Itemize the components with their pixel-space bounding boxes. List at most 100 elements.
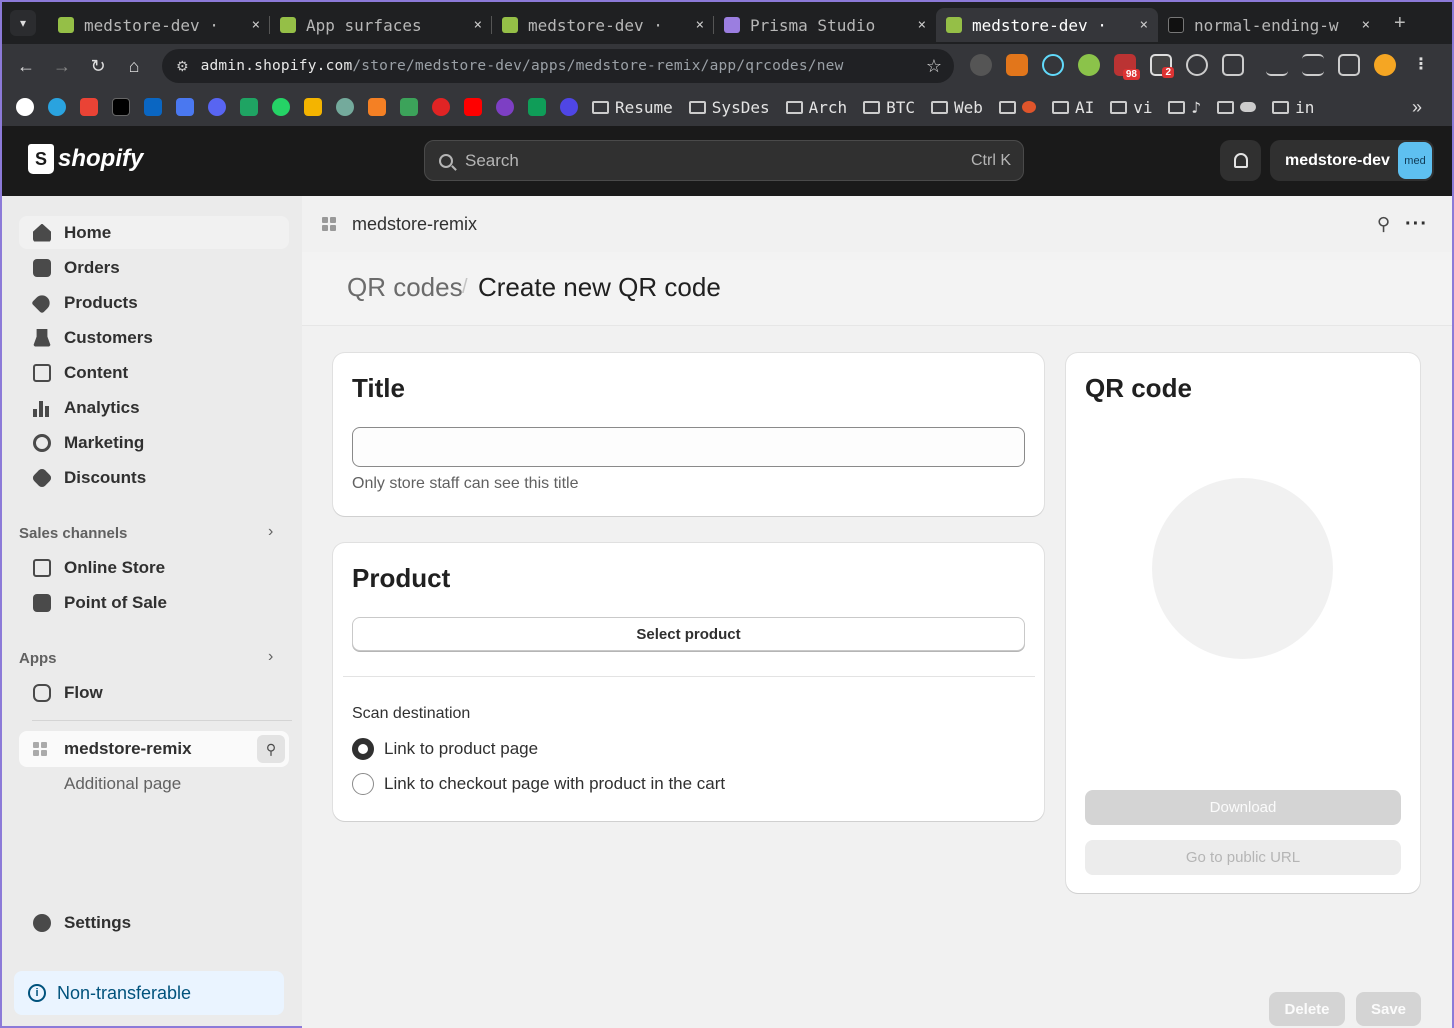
extension-icon[interactable]: [970, 54, 992, 76]
home-page-icon[interactable]: ⌂: [116, 56, 152, 77]
breadcrumb-qr-codes[interactable]: QR codes: [347, 272, 463, 303]
bookmark-folder[interactable]: [1217, 100, 1257, 114]
bookmark-icon[interactable]: [400, 98, 418, 116]
bookmark-folder[interactable]: AI: [1051, 98, 1094, 117]
x-icon[interactable]: [112, 98, 130, 116]
bookmark-folder[interactable]: vi: [1110, 98, 1152, 117]
address-bar[interactable]: ⚙ admin.shopify.com/store/medstore-dev/a…: [162, 49, 954, 83]
telegram-icon[interactable]: [48, 98, 66, 116]
pin-icon[interactable]: ⚲: [1377, 214, 1390, 235]
back-icon[interactable]: ←: [8, 56, 44, 77]
extension-icon[interactable]: 98: [1114, 54, 1140, 80]
bookmark-icon[interactable]: [560, 98, 578, 116]
browser-menu-icon[interactable]: ⋮: [1410, 54, 1432, 76]
new-tab-button[interactable]: +: [1394, 12, 1406, 35]
side-panel-icon[interactable]: [1338, 54, 1360, 76]
sidebar-item-analytics[interactable]: Analytics: [19, 391, 289, 424]
browser-tab[interactable]: App surfaces ×: [270, 8, 492, 42]
bookmark-icon[interactable]: [496, 98, 514, 116]
admin-search-input[interactable]: Search Ctrl K: [424, 140, 1024, 181]
sidebar-item-customers[interactable]: Customers: [19, 321, 289, 354]
browser-tab[interactable]: medstore-dev · ×: [492, 8, 714, 42]
bookmark-star-icon[interactable]: ☆: [926, 56, 942, 77]
close-tab-icon[interactable]: ×: [1140, 17, 1148, 33]
sidebar-item-content[interactable]: Content: [19, 356, 289, 389]
radio-selected-icon[interactable]: [352, 738, 374, 760]
youtube-icon[interactable]: [464, 98, 482, 116]
store-menu-button[interactable]: medstore-dev med: [1270, 140, 1434, 181]
browser-tab-active[interactable]: medstore-dev · ×: [936, 8, 1158, 42]
sidebar-item-point-of-sale[interactable]: Point of Sale: [19, 586, 289, 619]
sidebar-item-online-store[interactable]: Online Store: [19, 551, 289, 584]
sidebar-item-medstore-remix[interactable]: medstore-remix ⚲: [19, 731, 289, 767]
tab-search-button[interactable]: ▾: [10, 10, 36, 36]
bookmark-folder[interactable]: Resume: [592, 98, 673, 117]
more-actions-icon[interactable]: ···: [1405, 213, 1428, 236]
sheets-icon[interactable]: [528, 98, 546, 116]
extension-icon[interactable]: [1078, 54, 1100, 76]
profile-avatar[interactable]: [1374, 54, 1396, 76]
chatgpt-icon[interactable]: [336, 98, 354, 116]
download-button[interactable]: Download: [1085, 790, 1401, 825]
chevron-right-icon[interactable]: ›: [268, 648, 273, 666]
bookmark-icon[interactable]: [176, 98, 194, 116]
react-devtools-icon[interactable]: [1042, 54, 1064, 76]
close-tab-icon[interactable]: ×: [1362, 17, 1370, 33]
close-tab-icon[interactable]: ×: [918, 17, 926, 33]
more-bookmarks-icon[interactable]: »: [1412, 97, 1422, 118]
labs-flask-icon[interactable]: [1266, 54, 1288, 76]
sidebar-item-discounts[interactable]: Discounts: [19, 461, 289, 494]
close-tab-icon[interactable]: ×: [696, 17, 704, 33]
bookmark-icon[interactable]: [368, 98, 386, 116]
non-transferable-banner[interactable]: i Non-transferable: [14, 971, 284, 1015]
linkedin-icon[interactable]: [144, 98, 162, 116]
extension-icon[interactable]: 2: [1150, 54, 1174, 78]
sales-channels-heading[interactable]: Sales channels: [19, 525, 127, 542]
bookmark-folder[interactable]: Arch: [785, 98, 847, 117]
github-icon[interactable]: [16, 98, 34, 116]
google-drive-icon[interactable]: [240, 98, 258, 116]
sidebar-item-marketing[interactable]: Marketing: [19, 426, 289, 459]
save-button[interactable]: Save: [1356, 992, 1421, 1026]
public-url-button[interactable]: Go to public URL: [1085, 840, 1401, 875]
chevron-right-icon[interactable]: ›: [268, 523, 273, 541]
metamask-icon[interactable]: [1006, 54, 1028, 76]
bookmark-folder[interactable]: BTC: [863, 98, 915, 117]
site-info-icon[interactable]: ⚙: [176, 58, 189, 75]
bookmark-folder[interactable]: [998, 100, 1036, 114]
sidebar-subitem-additional-page[interactable]: Additional page: [64, 774, 181, 794]
bookmark-icon[interactable]: [432, 98, 450, 116]
bookmark-icon[interactable]: [304, 98, 322, 116]
browser-tab[interactable]: Prisma Studio ×: [714, 8, 936, 42]
pin-icon[interactable]: ⚲: [257, 735, 285, 763]
extensions-puzzle-icon[interactable]: [1222, 54, 1244, 76]
select-product-button[interactable]: Select product: [352, 617, 1025, 651]
gmail-icon[interactable]: [80, 98, 98, 116]
reload-icon[interactable]: ↻: [80, 56, 116, 77]
browser-tab[interactable]: medstore-dev · ×: [48, 8, 270, 42]
radio-unselected-icon[interactable]: [352, 773, 374, 795]
forward-icon[interactable]: →: [44, 56, 80, 77]
bookmark-folder[interactable]: Web: [931, 98, 983, 117]
sidebar-item-flow[interactable]: Flow: [19, 676, 289, 709]
title-input[interactable]: [352, 427, 1025, 467]
bookmark-folder[interactable]: in: [1272, 98, 1314, 117]
sidebar-item-home[interactable]: Home: [19, 216, 289, 249]
bookmark-folder[interactable]: ♪: [1168, 98, 1201, 117]
radio-checkout-page[interactable]: Link to checkout page with product in th…: [352, 773, 725, 795]
delete-button[interactable]: Delete: [1269, 992, 1345, 1026]
whatsapp-icon[interactable]: [272, 98, 290, 116]
apps-heading[interactable]: Apps: [19, 650, 57, 667]
reading-list-icon[interactable]: [1302, 54, 1324, 76]
shopify-logo[interactable]: shopify: [28, 144, 143, 174]
radio-product-page[interactable]: Link to product page: [352, 738, 538, 760]
sidebar-item-settings[interactable]: Settings: [19, 906, 289, 939]
notifications-button[interactable]: [1220, 140, 1261, 181]
sidebar-item-products[interactable]: Products: [19, 286, 289, 319]
browser-tab[interactable]: normal-ending-w ×: [1158, 8, 1380, 42]
globe-icon[interactable]: [1186, 54, 1208, 76]
sidebar-item-orders[interactable]: Orders: [19, 251, 289, 284]
discord-icon[interactable]: [208, 98, 226, 116]
close-tab-icon[interactable]: ×: [474, 17, 482, 33]
bookmark-folder[interactable]: SysDes: [688, 98, 770, 117]
